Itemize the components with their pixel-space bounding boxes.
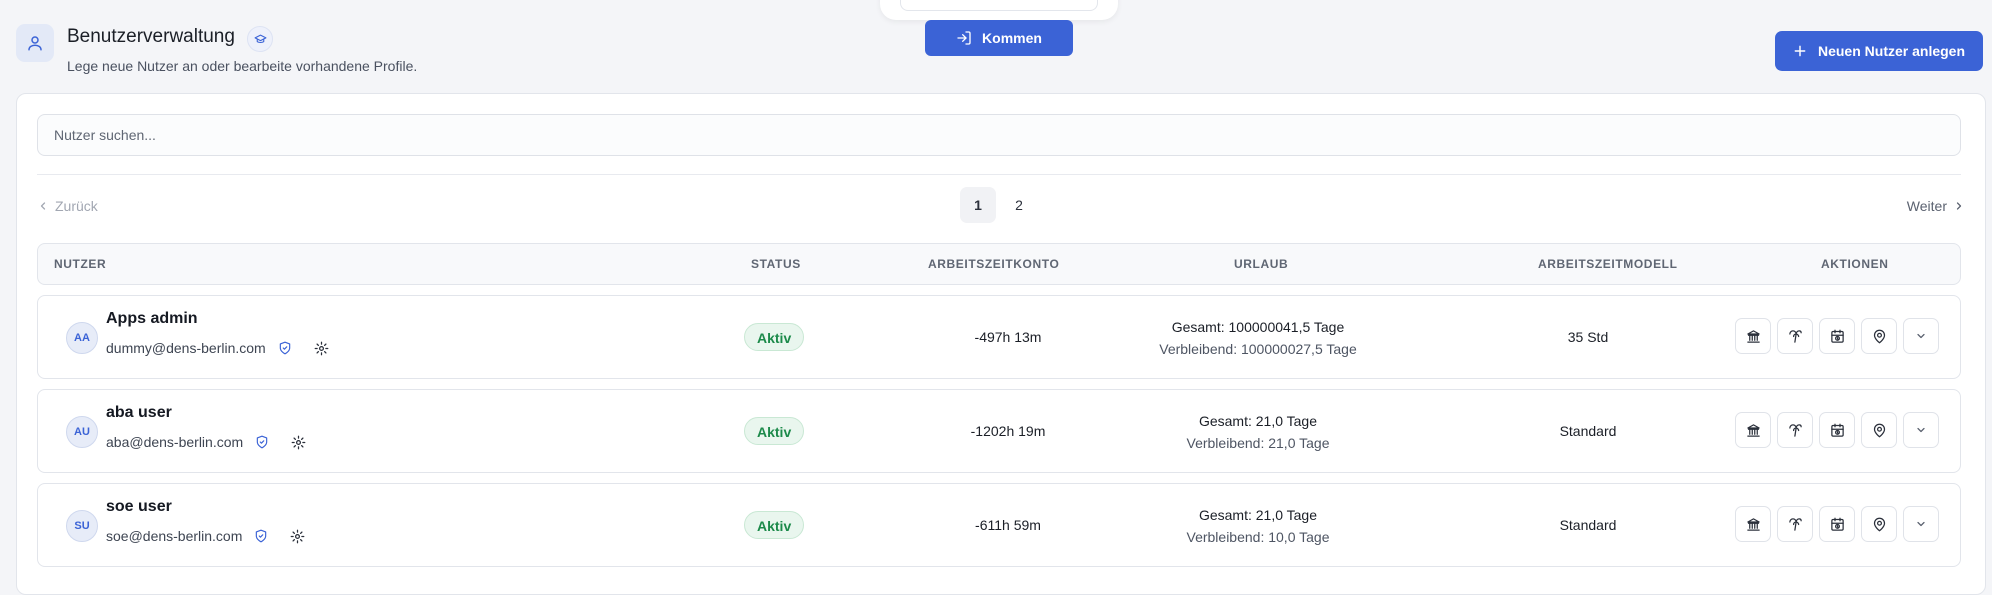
gear-icon[interactable] bbox=[290, 529, 305, 544]
shield-check-icon bbox=[255, 435, 269, 449]
plus-icon bbox=[1794, 45, 1806, 57]
gear-icon[interactable] bbox=[314, 341, 329, 356]
chevron-down-icon[interactable] bbox=[1903, 506, 1939, 542]
chevron-right-icon bbox=[1956, 202, 1962, 210]
work-time-account: -1202h 19m bbox=[970, 423, 1046, 439]
column-header-aktionen: AKTIONEN bbox=[1821, 257, 1889, 271]
vacation-total: Gesamt: 100000041,5 Tage bbox=[1171, 319, 1345, 335]
work-time-model: 35 Std bbox=[1567, 329, 1609, 345]
user-management-icon bbox=[16, 24, 54, 62]
search-input[interactable] bbox=[37, 114, 1961, 156]
user-email: aba@dens-berlin.com bbox=[106, 434, 244, 450]
bank-icon[interactable] bbox=[1735, 318, 1771, 354]
pagination-page-1[interactable]: 1 bbox=[960, 187, 996, 223]
calendar-clock-icon[interactable] bbox=[1819, 412, 1855, 448]
user-name: aba user bbox=[106, 404, 172, 421]
avatar: AU bbox=[66, 416, 98, 448]
vacation-remaining: Verbleibend: 100000027,5 Tage bbox=[1159, 341, 1357, 357]
pagination-prev[interactable]: Zurück bbox=[37, 195, 98, 217]
chevron-down-icon[interactable] bbox=[1903, 412, 1939, 448]
user-email: soe@dens-berlin.com bbox=[106, 528, 243, 544]
column-header-konto: ARBEITSZEITKONTO bbox=[928, 257, 1060, 271]
status-badge: Aktiv bbox=[744, 323, 805, 351]
column-header-modell: ARBEITSZEITMODELL bbox=[1538, 257, 1678, 271]
table-row[interactable]: AA Apps admin dummy@dens-berlin.com Akti… bbox=[37, 295, 1961, 379]
shield-check-icon bbox=[278, 341, 292, 355]
user-list-card: Zurück 1 2 Weiter NUTZER STATUS ARBEITSZ… bbox=[16, 93, 1986, 595]
chevron-left-icon bbox=[40, 202, 46, 210]
vacation-total: Gesamt: 21,0 Tage bbox=[1198, 413, 1318, 429]
status-badge: Aktiv bbox=[744, 511, 805, 539]
table-row[interactable]: SU soe user soe@dens-berlin.com Aktiv -6… bbox=[37, 483, 1961, 567]
gear-icon[interactable] bbox=[291, 435, 306, 450]
user-name: Apps admin bbox=[106, 310, 198, 327]
bank-icon[interactable] bbox=[1735, 506, 1771, 542]
clock-panel bbox=[880, 0, 1118, 20]
map-pin-icon[interactable] bbox=[1861, 318, 1897, 354]
status-badge: Aktiv bbox=[744, 417, 805, 445]
calendar-clock-icon[interactable] bbox=[1819, 506, 1855, 542]
graduation-cap-icon[interactable] bbox=[247, 26, 273, 52]
calendar-clock-icon[interactable] bbox=[1819, 318, 1855, 354]
user-email: dummy@dens-berlin.com bbox=[106, 340, 266, 356]
divider bbox=[37, 174, 1961, 175]
bank-icon[interactable] bbox=[1735, 412, 1771, 448]
map-pin-icon[interactable] bbox=[1861, 412, 1897, 448]
palm-tree-icon[interactable] bbox=[1777, 318, 1813, 354]
column-header-status: STATUS bbox=[751, 257, 801, 271]
add-user-button[interactable]: Neuen Nutzer anlegen bbox=[1775, 31, 1983, 71]
kommen-label: Kommen bbox=[982, 30, 1042, 46]
column-header-urlaub: URLAUB bbox=[1234, 257, 1289, 271]
log-in-icon bbox=[957, 31, 971, 45]
work-time-model: Standard bbox=[1559, 423, 1617, 439]
pagination-next-label: Weiter bbox=[1906, 198, 1947, 214]
work-time-account: -611h 59m bbox=[975, 517, 1041, 533]
work-time-model: Standard bbox=[1559, 517, 1617, 533]
avatar: AA bbox=[66, 322, 98, 354]
shield-check-icon bbox=[254, 529, 268, 543]
table-row[interactable]: AU aba user aba@dens-berlin.com Aktiv -1… bbox=[37, 389, 1961, 473]
pagination-prev-label: Zurück bbox=[55, 198, 98, 214]
page-title: Benutzerverwaltung bbox=[67, 26, 235, 47]
avatar: SU bbox=[66, 510, 98, 542]
vacation-remaining: Verbleibend: 21,0 Tage bbox=[1186, 435, 1330, 451]
vacation-total: Gesamt: 21,0 Tage bbox=[1198, 507, 1318, 523]
palm-tree-icon[interactable] bbox=[1777, 506, 1813, 542]
map-pin-icon[interactable] bbox=[1861, 506, 1897, 542]
user-name: soe user bbox=[106, 498, 172, 515]
kommen-button[interactable]: Kommen bbox=[925, 20, 1073, 56]
column-header-user: NUTZER bbox=[54, 257, 107, 271]
palm-tree-icon[interactable] bbox=[1777, 412, 1813, 448]
vacation-remaining: Verbleibend: 10,0 Tage bbox=[1186, 529, 1330, 545]
chevron-down-icon[interactable] bbox=[1903, 318, 1939, 354]
page-subtitle: Lege neue Nutzer an oder bearbeite vorha… bbox=[67, 58, 418, 74]
work-time-account: -497h 13m bbox=[974, 329, 1042, 345]
pagination-next[interactable]: Weiter bbox=[1907, 195, 1965, 217]
pagination-page-2[interactable]: 2 bbox=[1001, 187, 1037, 223]
table-header: NUTZER STATUS ARBEITSZEITKONTO URLAUB AR… bbox=[37, 243, 1961, 285]
add-user-label: Neuen Nutzer anlegen bbox=[1817, 43, 1966, 59]
